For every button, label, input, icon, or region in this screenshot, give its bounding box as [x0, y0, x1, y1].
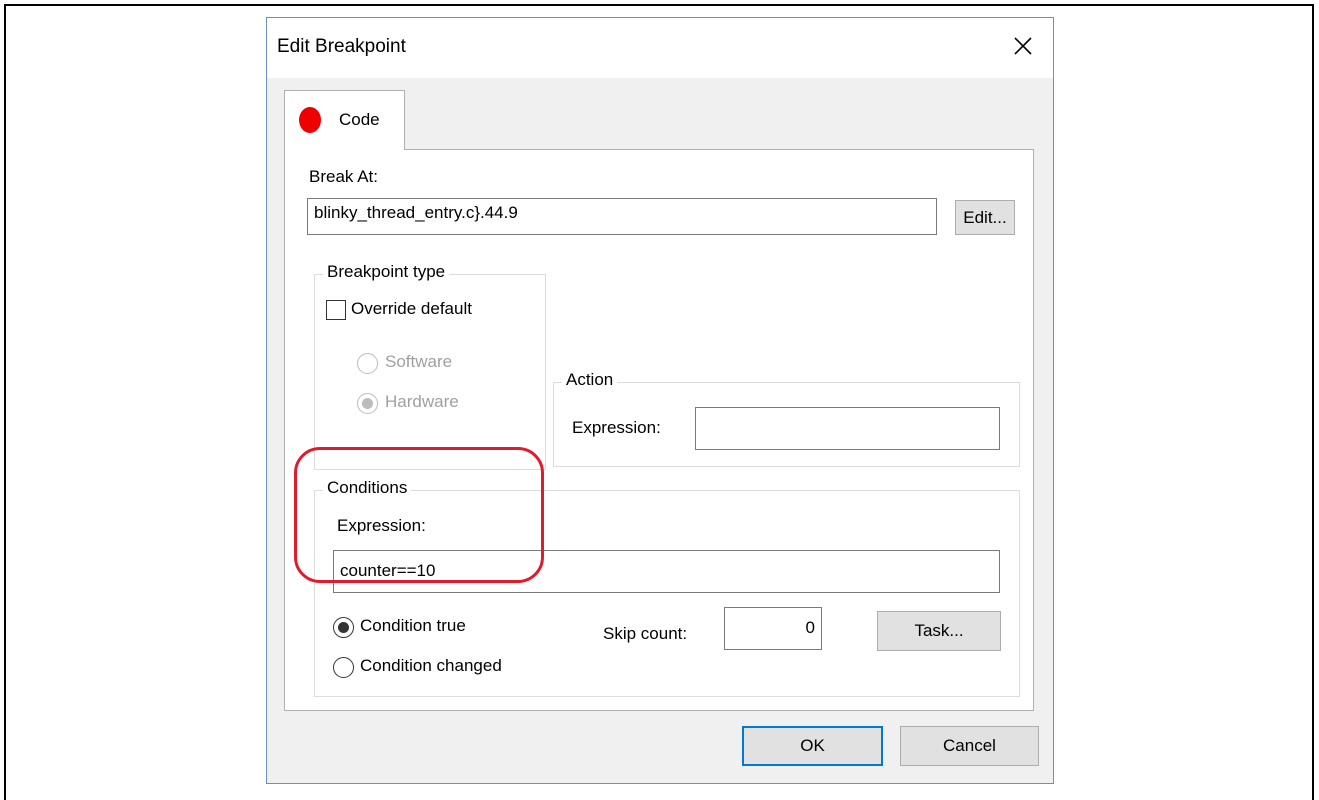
- override-default-label: Override default: [351, 299, 472, 318]
- hardware-radio: [357, 393, 378, 414]
- breakpoint-type-legend: Breakpoint type: [323, 262, 450, 282]
- break-at-label: Break At:: [309, 167, 378, 186]
- software-radio: [357, 353, 378, 374]
- condition-true-radio[interactable]: [333, 617, 354, 638]
- software-label: Software: [385, 352, 453, 371]
- action-expression-label: Expression:: [572, 418, 661, 437]
- action-legend: Action: [562, 370, 618, 390]
- hardware-label: Hardware: [385, 392, 459, 411]
- action-group: Action Expression:: [553, 370, 1020, 467]
- conditions-group: Conditions Expression: counter==10 Condi…: [314, 478, 1020, 697]
- conditions-expression-label: Expression:: [337, 516, 426, 535]
- close-button[interactable]: [1001, 26, 1045, 70]
- condition-changed-radio[interactable]: [333, 657, 354, 678]
- cancel-button[interactable]: Cancel: [900, 726, 1039, 766]
- code-tab-panel: Break At: blinky_thread_entry.c}.44.9 Ed…: [284, 149, 1034, 711]
- task-button[interactable]: Task...: [877, 611, 1001, 651]
- breakpoint-dot-icon: [299, 107, 321, 133]
- breakpoint-type-group: Breakpoint type Override default Softwar…: [314, 262, 546, 470]
- skip-count-input[interactable]: 0: [724, 607, 822, 650]
- conditions-legend: Conditions: [323, 478, 412, 498]
- condition-changed-label: Condition changed: [360, 656, 502, 675]
- action-expression-input[interactable]: [695, 407, 1000, 450]
- break-at-input[interactable]: blinky_thread_entry.c}.44.9: [307, 198, 937, 235]
- conditions-expression-input[interactable]: counter==10: [333, 550, 1000, 593]
- ok-button[interactable]: OK: [742, 726, 883, 766]
- tab-code-label: Code: [339, 110, 380, 129]
- dialog-title: Edit Breakpoint: [277, 36, 406, 57]
- override-default-checkbox[interactable]: [326, 300, 346, 320]
- condition-true-label: Condition true: [360, 616, 466, 635]
- edit-location-button[interactable]: Edit...: [955, 200, 1015, 235]
- title-bar: Edit Breakpoint: [267, 18, 1053, 78]
- skip-count-label: Skip count:: [603, 624, 688, 643]
- tab-code[interactable]: Code: [284, 90, 405, 150]
- edit-breakpoint-dialog: Edit Breakpoint Code Break At: blinky_th…: [266, 17, 1054, 784]
- close-icon: [1014, 36, 1032, 60]
